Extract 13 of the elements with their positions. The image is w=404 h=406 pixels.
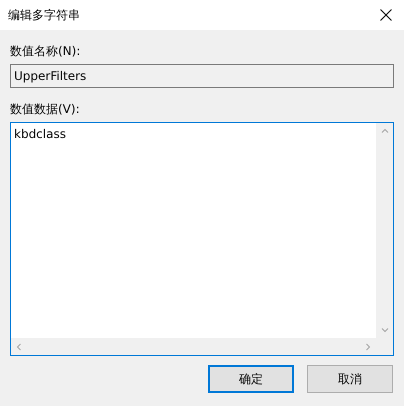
field-label: 数值名称(N): <box>10 43 82 60</box>
window-title: 编辑多字符串 <box>8 6 80 24</box>
vertical-scrollbar[interactable] <box>376 123 393 338</box>
close-icon[interactable] <box>380 9 392 21</box>
scroll-up-icon[interactable] <box>380 127 388 135</box>
scroll-down-icon[interactable] <box>380 326 388 334</box>
horizontal-scrollbar[interactable] <box>11 338 376 355</box>
scroll-right-icon[interactable] <box>364 342 372 350</box>
cancel-button[interactable]: 取消 <box>307 365 393 393</box>
ok-button[interactable]: 确定 <box>208 365 294 393</box>
scroll-left-icon[interactable] <box>15 342 23 350</box>
field-label: 数值数据(V): <box>10 101 81 118</box>
value-data-field[interactable]: kbdclass <box>10 122 394 356</box>
